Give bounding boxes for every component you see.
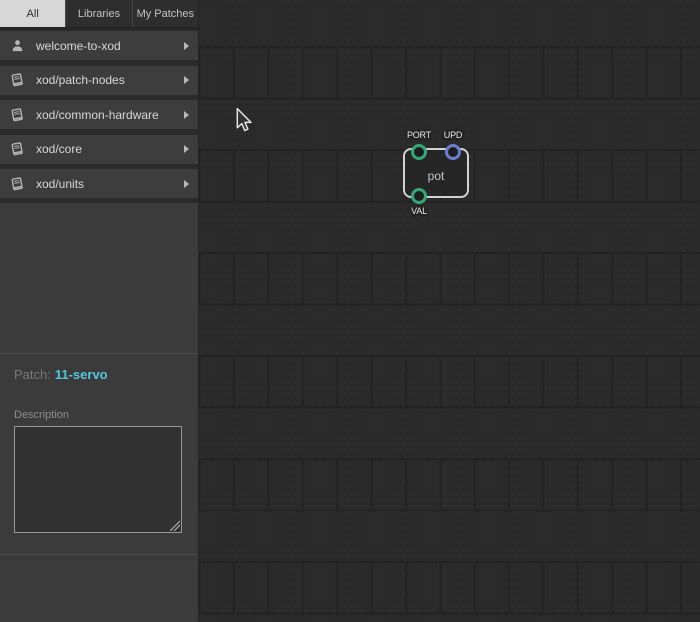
pin-label-port: PORT	[407, 130, 431, 140]
chevron-right-icon	[184, 42, 189, 50]
pin-label-val: VAL	[411, 206, 427, 216]
pin-port[interactable]	[411, 144, 427, 160]
tab-all[interactable]: All	[0, 0, 66, 27]
book-icon	[10, 108, 24, 122]
patch-canvas[interactable]: PORT UPD VAL pot	[199, 0, 700, 622]
sidebar-item-xod-common-hardware[interactable]: xod/common-hardware	[0, 100, 198, 129]
tab-my-patches[interactable]: My Patches	[133, 0, 198, 27]
sidebar-item-xod-patch-nodes[interactable]: xod/patch-nodes	[0, 66, 198, 95]
sidebar-item-xod-units[interactable]: xod/units	[0, 169, 198, 198]
pin-label-upd: UPD	[444, 130, 462, 140]
sidebar-item-label: xod/common-hardware	[36, 108, 184, 122]
pin-upd[interactable]	[445, 144, 461, 160]
sidebar-item-label: xod/core	[36, 142, 184, 156]
library-list: welcome-to-xod xod/patch-nodes	[0, 29, 198, 203]
patch-label: Patch:	[14, 367, 51, 382]
description-textarea[interactable]	[14, 426, 182, 533]
tab-libraries[interactable]: Libraries	[66, 0, 132, 27]
sidebar-bottom-area	[0, 555, 198, 622]
pin-val[interactable]	[411, 188, 427, 204]
sidebar-item-label: welcome-to-xod	[36, 39, 184, 53]
book-icon	[10, 142, 24, 156]
chevron-right-icon	[184, 76, 189, 84]
node-label: pot	[405, 169, 467, 183]
book-icon	[10, 177, 24, 191]
browser-tabbar: All Libraries My Patches	[0, 0, 198, 29]
sidebar-item-label: xod/patch-nodes	[36, 73, 184, 87]
sidebar-item-xod-core[interactable]: xod/core	[0, 135, 198, 164]
book-icon	[10, 73, 24, 87]
library-list-empty-area	[0, 203, 198, 353]
patch-info-panel: Patch: 11-servo Description	[0, 354, 198, 554]
chevron-right-icon	[184, 180, 189, 188]
chevron-right-icon	[184, 111, 189, 119]
chevron-right-icon	[184, 145, 189, 153]
patch-name-link[interactable]: 11-servo	[55, 367, 108, 382]
user-icon	[10, 39, 24, 53]
sidebar-item-label: xod/units	[36, 177, 184, 191]
project-browser-sidebar: All Libraries My Patches welcome-to-xod	[0, 0, 199, 622]
sidebar-item-welcome-to-xod[interactable]: welcome-to-xod	[0, 31, 198, 60]
description-label: Description	[14, 409, 184, 421]
